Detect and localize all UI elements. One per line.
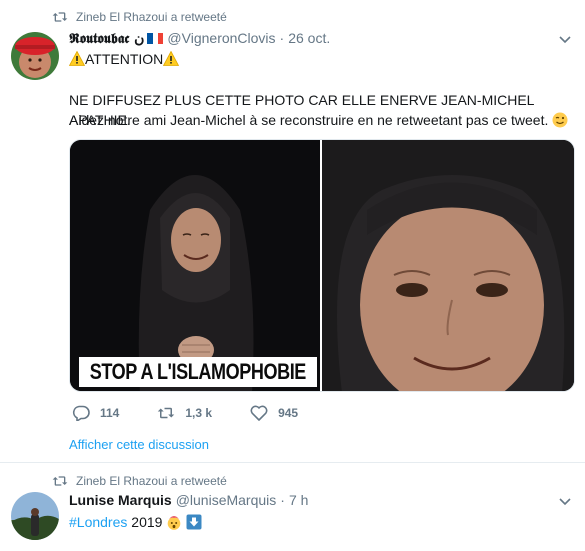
hashtag-link[interactable]: #Londres xyxy=(69,514,127,530)
reply-icon xyxy=(72,405,90,421)
avatar[interactable] xyxy=(11,32,59,80)
retweet-button[interactable]: 1,3 k xyxy=(157,405,212,421)
attention-text: ATTENTION xyxy=(85,51,164,67)
timestamp[interactable]: 7 h xyxy=(289,492,308,508)
down-arrow-icon xyxy=(186,514,202,530)
tweet[interactable]: Zineb El Rhazoui a retweeté 𝕽𝖔𝖚𝖙𝖔𝖚𝖇𝖆𝖈 ن … xyxy=(0,0,585,463)
author-handle[interactable]: @luniseMarquis xyxy=(176,492,277,508)
chevron-down-icon[interactable] xyxy=(559,36,571,44)
like-count: 945 xyxy=(278,406,299,420)
retweet-label: Zineb El Rhazoui a retweeté xyxy=(76,474,227,488)
photo-left[interactable]: STOP A L'ISLAMOPHOBIE xyxy=(70,140,322,391)
warning-icon xyxy=(69,51,85,66)
tweet-header: 𝕽𝖔𝖚𝖙𝖔𝖚𝖇𝖆𝖈 ن @VigneronClovis · 26 oct. xyxy=(69,30,330,47)
retweet-count: 1,3 k xyxy=(185,406,213,420)
avatar-image xyxy=(11,32,59,80)
exploding-head-icon xyxy=(168,516,181,530)
heart-icon xyxy=(250,405,268,421)
author-name[interactable]: 𝕽𝖔𝖚𝖙𝖔𝖚𝖇𝖆𝖈 ن xyxy=(69,31,144,47)
timestamp[interactable]: 26 oct. xyxy=(288,30,330,46)
retweet-context[interactable]: Zineb El Rhazoui a retweeté xyxy=(52,10,227,24)
tweet-actions: 114 1,3 k 945 xyxy=(72,405,336,421)
tweet-text: Aidez notre ami Jean-Michel à se reconst… xyxy=(69,112,549,128)
media-caption-banner: STOP A L'ISLAMOPHOBIE xyxy=(79,357,317,387)
author-name[interactable]: Lunise Marquis xyxy=(69,492,172,508)
avatar[interactable] xyxy=(11,492,59,540)
tweet-text: #Londres 2019 xyxy=(69,512,202,532)
photo-hijab-portrait xyxy=(70,140,320,391)
tweet-header: Lunise Marquis @luniseMarquis · 7 h xyxy=(69,492,308,508)
author-handle[interactable]: @VigneronClovis xyxy=(167,30,275,46)
retweet-context[interactable]: Zineb El Rhazoui a retweeté xyxy=(52,474,227,488)
winking-face-icon xyxy=(552,112,568,128)
media-caption: STOP A L'ISLAMOPHOBIE xyxy=(89,359,307,384)
reply-button[interactable]: 114 xyxy=(72,405,119,421)
warning-icon xyxy=(163,51,180,66)
retweet-icon xyxy=(52,476,68,486)
tweet-text-line-1: ATTENTION xyxy=(69,49,180,69)
retweet-label: Zineb El Rhazoui a retweeté xyxy=(76,10,227,24)
like-button[interactable]: 945 xyxy=(250,405,298,421)
tweet-text-year: 2019 xyxy=(131,514,163,530)
show-thread-link[interactable]: Afficher cette discussion xyxy=(69,437,209,452)
photo-right[interactable] xyxy=(322,140,574,391)
tweet[interactable]: Zineb El Rhazoui a retweeté Lunise Marqu… xyxy=(0,464,585,551)
chevron-down-icon[interactable] xyxy=(559,498,571,506)
tweet-text-line-3: Aidez notre ami Jean-Michel à se reconst… xyxy=(69,110,568,130)
avatar-image xyxy=(11,492,59,540)
photo-face-closeup xyxy=(322,140,574,391)
tweet-media[interactable]: STOP A L'ISLAMOPHOBIE xyxy=(69,139,575,392)
reply-count: 114 xyxy=(100,406,120,420)
french-flag-icon xyxy=(147,33,164,44)
separator: · xyxy=(279,30,285,46)
retweet-icon xyxy=(158,407,175,419)
separator: · xyxy=(280,492,285,508)
retweet-icon xyxy=(52,12,68,22)
